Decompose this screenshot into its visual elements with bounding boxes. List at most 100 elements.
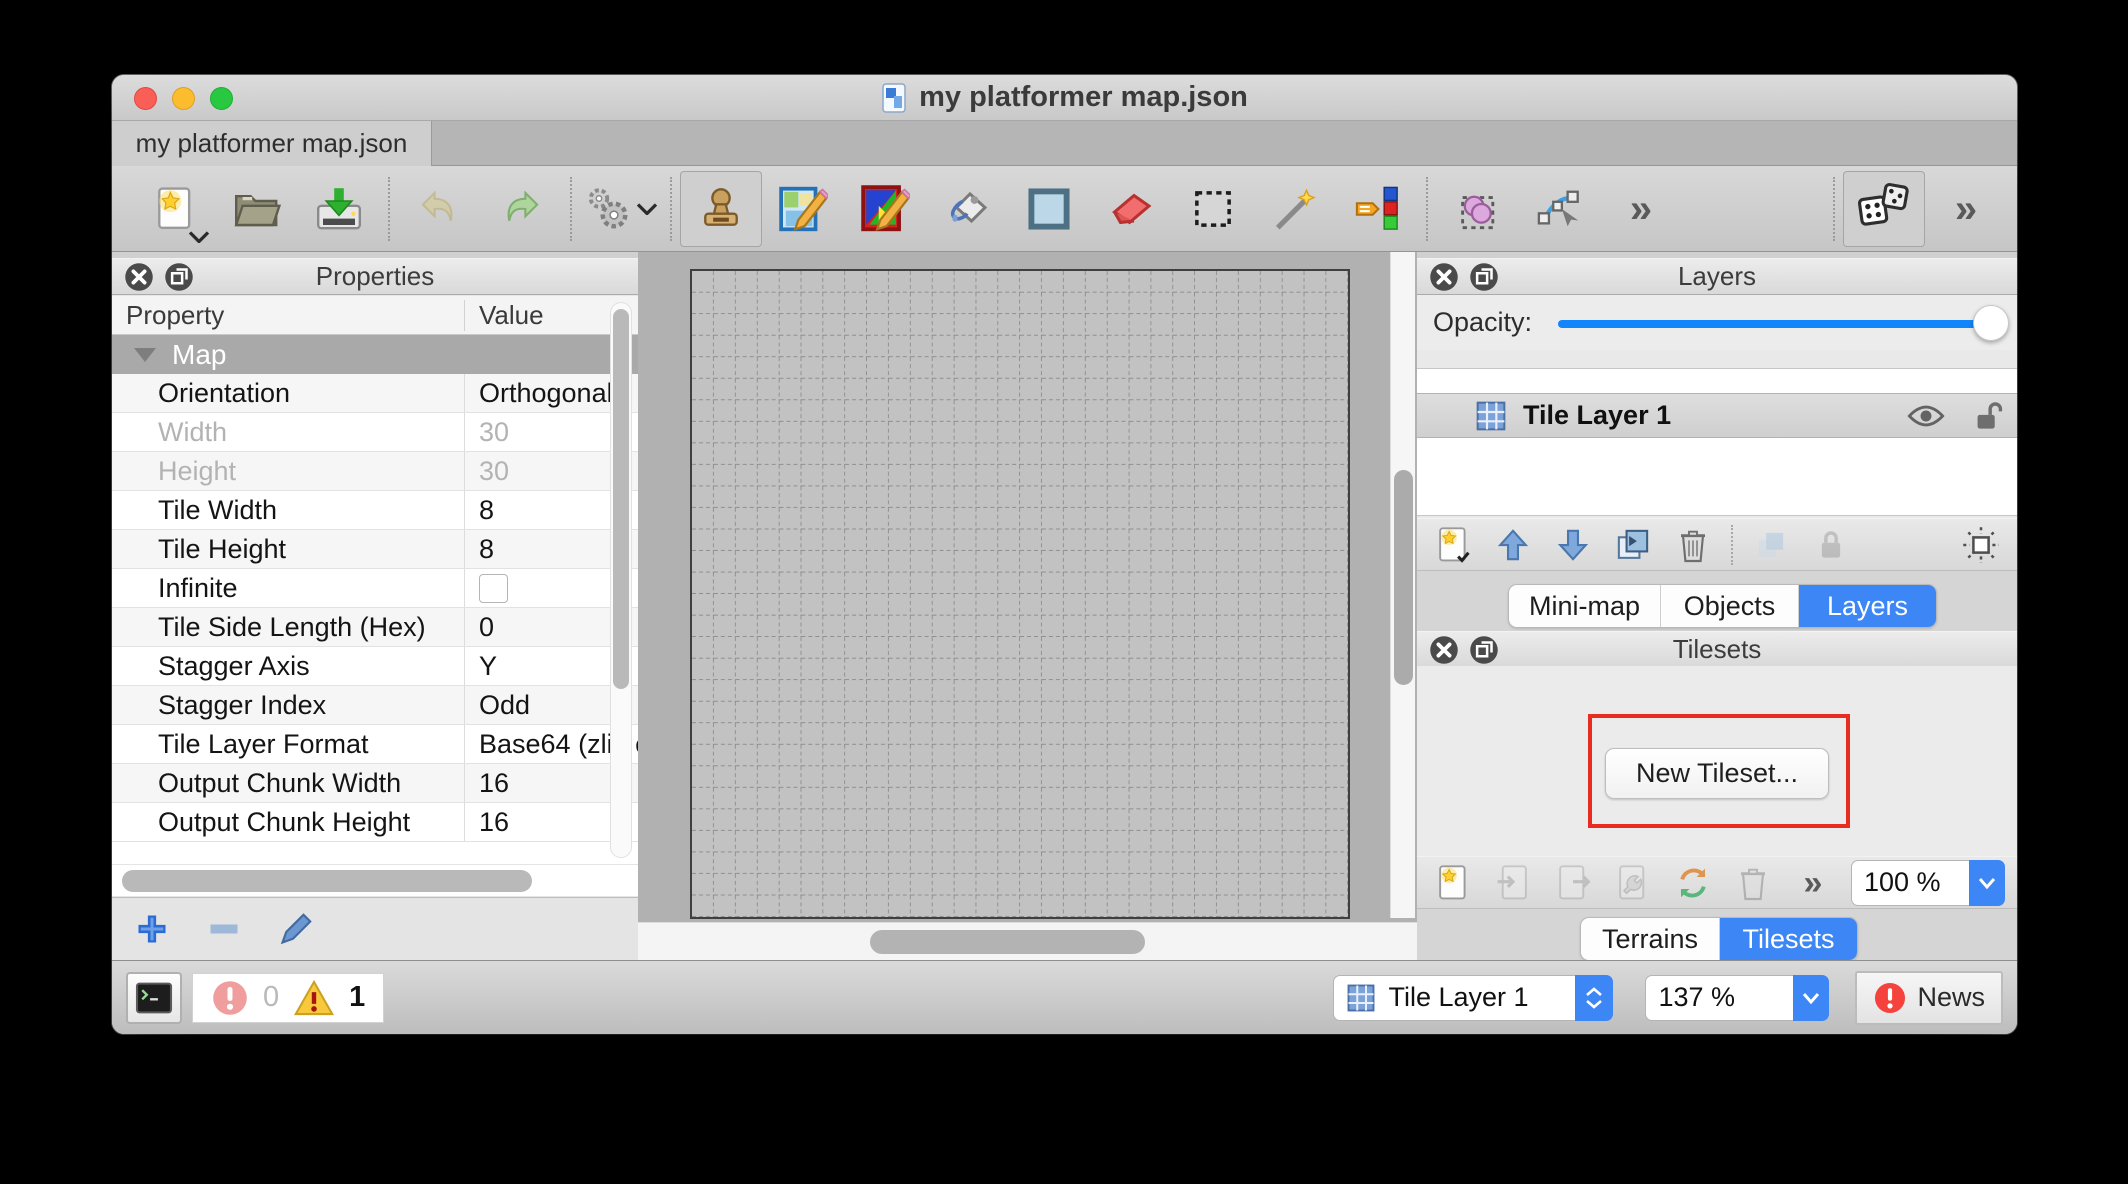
property-row[interactable]: Output Chunk Height16 xyxy=(112,803,638,842)
stamp-brush-tool[interactable] xyxy=(680,171,762,247)
property-row[interactable]: OrientationOrthogonal xyxy=(112,374,638,413)
map-view[interactable] xyxy=(690,269,1350,919)
properties-horizontal-scrollbar[interactable] xyxy=(112,864,638,896)
tab-objects[interactable]: Objects xyxy=(1660,585,1798,627)
highlight-current-layer-toggle[interactable] xyxy=(1953,522,2009,568)
layers-toolbar xyxy=(1417,518,2017,571)
opacity-slider[interactable] xyxy=(1558,303,2001,343)
terrain-brush-tool[interactable] xyxy=(762,171,844,247)
zoom-window-button[interactable] xyxy=(210,87,233,110)
property-row[interactable]: Stagger IndexOdd xyxy=(112,686,638,725)
tab-layers[interactable]: Layers xyxy=(1798,585,1936,627)
automapping-button[interactable] xyxy=(580,171,662,247)
new-map-button[interactable] xyxy=(134,171,216,247)
delete-layer-button[interactable] xyxy=(1665,522,1721,568)
layer-select-spinner[interactable] xyxy=(1575,975,1613,1021)
map-zoom-combo[interactable]: 137 % xyxy=(1645,975,1829,1021)
property-row[interactable]: Tile Width8 xyxy=(112,491,638,530)
opacity-slider-knob[interactable] xyxy=(1973,305,2009,341)
embed-tileset-button[interactable] xyxy=(1485,860,1541,906)
tab-label: Tilesets xyxy=(1742,924,1834,955)
close-window-button[interactable] xyxy=(134,87,157,110)
remove-tileset-button[interactable] xyxy=(1725,860,1781,906)
bucket-fill-tool[interactable] xyxy=(926,171,1008,247)
close-panel-icon[interactable] xyxy=(1429,262,1459,292)
float-panel-icon[interactable] xyxy=(1469,635,1499,665)
collapse-triangle-icon[interactable] xyxy=(134,348,156,362)
current-layer-value: Tile Layer 1 xyxy=(1388,982,1528,1013)
select-objects-tool[interactable] xyxy=(1436,171,1518,247)
property-row[interactable]: Tile Height8 xyxy=(112,530,638,569)
new-tileset-toolbar-button[interactable] xyxy=(1425,860,1481,906)
undo-button[interactable] xyxy=(398,171,480,247)
tab-tilesets[interactable]: Tilesets xyxy=(1719,918,1857,960)
edit-property-button[interactable] xyxy=(274,907,318,951)
layer-unlocked-icon[interactable] xyxy=(1975,400,2003,432)
close-panel-icon[interactable] xyxy=(124,262,154,292)
float-panel-icon[interactable] xyxy=(1469,262,1499,292)
highlight-layer-button[interactable] xyxy=(1743,522,1799,568)
remove-property-button[interactable] xyxy=(202,907,246,951)
add-property-button[interactable] xyxy=(130,907,174,951)
property-row-infinite[interactable]: Infinite xyxy=(112,569,638,608)
lock-layer-button[interactable] xyxy=(1803,522,1859,568)
redo-button[interactable] xyxy=(480,171,562,247)
float-panel-icon[interactable] xyxy=(164,262,194,292)
infinite-checkbox[interactable] xyxy=(479,574,508,603)
canvas-horizontal-scrollbar[interactable] xyxy=(638,922,1417,960)
raise-layer-button[interactable] xyxy=(1485,522,1541,568)
shape-fill-tool[interactable] xyxy=(1008,171,1090,247)
lower-layer-button[interactable] xyxy=(1545,522,1601,568)
properties-vertical-scrollbar[interactable] xyxy=(610,302,632,858)
toolbar-overflow-button-2[interactable]: » xyxy=(1925,171,2007,247)
duplicate-layer-button[interactable] xyxy=(1605,522,1661,568)
dock-tab-strip: Terrains Tilesets xyxy=(1417,909,2017,960)
layer-row-tile-layer-1[interactable]: Tile Layer 1 xyxy=(1417,393,2017,438)
combo-dropdown-button[interactable] xyxy=(1793,975,1829,1021)
property-row[interactable]: Stagger AxisY xyxy=(112,647,638,686)
map-canvas-area[interactable] xyxy=(638,252,1417,960)
current-layer-select[interactable]: Tile Layer 1 xyxy=(1333,975,1613,1021)
console-toggle-button[interactable] xyxy=(126,972,182,1024)
tileset-zoom-combo[interactable]: 100 % xyxy=(1851,860,2005,906)
property-row[interactable]: Tile Side Length (Hex)0 xyxy=(112,608,638,647)
properties-header-buttons xyxy=(124,259,194,294)
map-group-row[interactable]: Map xyxy=(112,335,638,374)
scrollbar-thumb[interactable] xyxy=(870,930,1145,954)
edit-polygons-tool[interactable] xyxy=(1518,171,1600,247)
close-panel-icon[interactable] xyxy=(1429,635,1459,665)
reload-tileset-button[interactable] xyxy=(1665,860,1721,906)
edit-tileset-button[interactable] xyxy=(1605,860,1661,906)
same-tile-select-tool[interactable] xyxy=(1336,171,1418,247)
scrollbar-thumb[interactable] xyxy=(122,870,532,892)
issues-status[interactable]: 0 1 xyxy=(192,973,384,1023)
property-row[interactable]: Height30 xyxy=(112,452,638,491)
export-tileset-button[interactable] xyxy=(1545,860,1601,906)
gears-icon xyxy=(584,185,632,233)
document-tab[interactable]: my platformer map.json xyxy=(112,121,432,166)
combo-dropdown-button[interactable] xyxy=(1969,860,2005,906)
opacity-slider-track[interactable] xyxy=(1558,320,1991,328)
rectangular-select-tool[interactable] xyxy=(1172,171,1254,247)
new-layer-button[interactable] xyxy=(1425,522,1481,568)
open-file-button[interactable] xyxy=(216,171,298,247)
minimize-window-button[interactable] xyxy=(172,87,195,110)
property-row[interactable]: Width30 xyxy=(112,413,638,452)
news-button[interactable]: News xyxy=(1855,971,2003,1025)
tilesets-overflow-button[interactable]: » xyxy=(1785,860,1841,906)
layer-visible-eye-icon[interactable] xyxy=(1907,404,1945,428)
save-file-button[interactable] xyxy=(298,171,380,247)
scrollbar-thumb[interactable] xyxy=(1394,470,1413,685)
tab-mini-map[interactable]: Mini-map xyxy=(1509,585,1660,627)
tileset-edit-tool[interactable] xyxy=(844,171,926,247)
property-row[interactable]: Output Chunk Width16 xyxy=(112,764,638,803)
scrollbar-thumb[interactable] xyxy=(613,309,629,689)
magic-wand-tool[interactable] xyxy=(1254,171,1336,247)
property-row[interactable]: Tile Layer FormatBase64 (zlib compressed… xyxy=(112,725,638,764)
random-mode-toggle[interactable] xyxy=(1843,171,1925,247)
toolbar-overflow-button[interactable]: » xyxy=(1600,171,1682,247)
eraser-tool[interactable] xyxy=(1090,171,1172,247)
tab-terrains[interactable]: Terrains xyxy=(1581,918,1719,960)
canvas-vertical-scrollbar[interactable] xyxy=(1390,252,1415,918)
title-bar[interactable]: my platformer map.json xyxy=(112,75,2017,121)
